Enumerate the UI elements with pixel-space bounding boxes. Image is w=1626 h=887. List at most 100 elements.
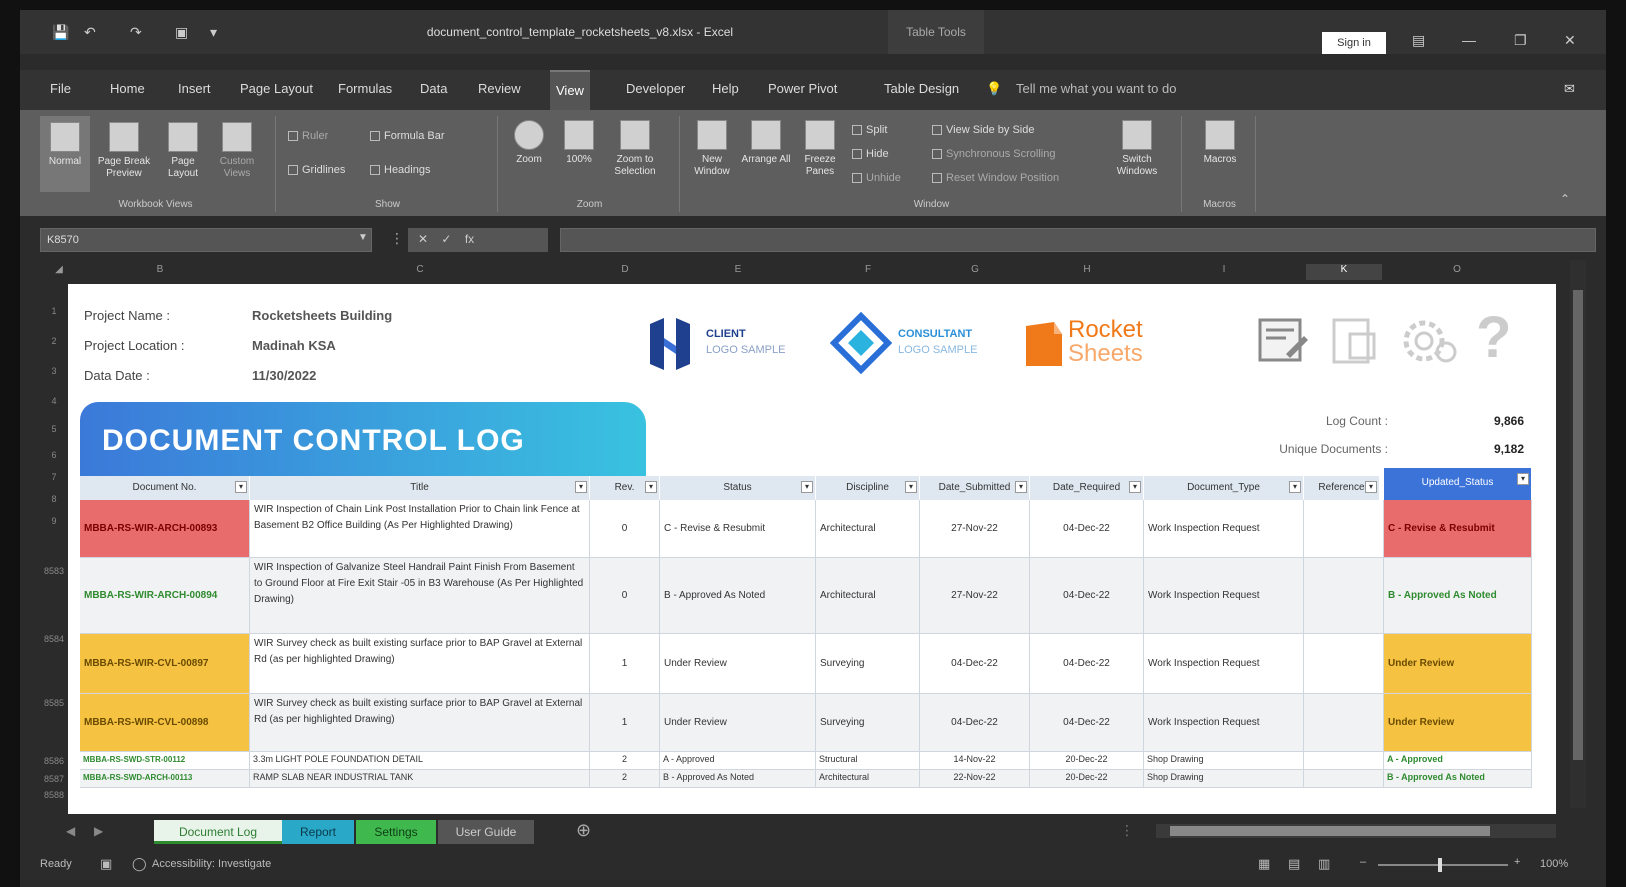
cell-document-no[interactable]: MBBA-RS-WIR-ARCH-00893 <box>80 500 250 558</box>
gridlines-checkbox[interactable]: Gridlines <box>288 164 345 176</box>
arrange-all-button[interactable]: Arrange All <box>740 120 792 166</box>
vertical-scroll-thumb[interactable] <box>1573 290 1583 760</box>
column-header-h[interactable]: H <box>1030 264 1144 280</box>
page-break-preview-button[interactable]: Page Break Preview <box>94 116 154 180</box>
row-header[interactable]: 8587 <box>40 774 68 784</box>
cell-document-no[interactable]: MBBA-RS-WIR-CVL-00897 <box>80 634 250 694</box>
header-reference[interactable]: Reference ▾ <box>1304 476 1380 500</box>
tab-power-pivot[interactable]: Power Pivot <box>762 70 843 110</box>
save-icon[interactable]: 💾 <box>52 24 69 41</box>
column-header-o[interactable]: O <box>1382 264 1532 280</box>
column-header-f[interactable]: F <box>816 264 920 280</box>
name-box[interactable]: K8570 <box>40 228 372 252</box>
split-button[interactable]: Split <box>852 124 887 136</box>
filter-dropdown-icon[interactable]: ▾ <box>1289 481 1301 493</box>
project-name-value[interactable]: Rocketsheets Building <box>252 308 392 323</box>
tab-view[interactable]: View <box>550 70 590 110</box>
tab-developer[interactable]: Developer <box>620 70 691 110</box>
customize-toolbar-icon[interactable]: ▾ <box>210 24 217 41</box>
sign-in-button[interactable]: Sign in <box>1322 32 1386 54</box>
cell-reference[interactable] <box>1304 770 1384 788</box>
macro-record-icon[interactable]: ▣ <box>100 856 112 872</box>
cell-status[interactable]: B - Approved As Noted <box>660 558 816 634</box>
filter-dropdown-icon[interactable]: ▾ <box>1365 481 1377 493</box>
zoom-100-button[interactable]: 100% <box>556 120 602 166</box>
cell-document-type[interactable]: Work Inspection Request <box>1144 694 1304 752</box>
ribbon-display-icon[interactable]: ▤ <box>1412 32 1425 49</box>
cell-document-no[interactable]: MBBA-RS-SWD-ARCH-00113 <box>80 770 250 788</box>
header-discipline[interactable]: Discipline ▾ <box>816 476 920 500</box>
add-sheet-icon[interactable]: ⊕ <box>576 820 591 841</box>
normal-view-button[interactable]: Normal <box>40 116 90 192</box>
tab-table-design[interactable]: Table Design <box>878 70 965 110</box>
custom-views-button[interactable]: Custom Views <box>212 116 262 180</box>
cell-document-type[interactable]: Work Inspection Request <box>1144 500 1304 558</box>
new-window-button[interactable]: New Window <box>686 120 738 178</box>
filter-dropdown-icon[interactable]: ▾ <box>1517 473 1529 485</box>
cell-date-required[interactable]: 20-Dec-22 <box>1030 770 1144 788</box>
cell-date-required[interactable]: 04-Dec-22 <box>1030 558 1144 634</box>
horizontal-scrollbar[interactable] <box>1156 824 1556 838</box>
page-layout-icon[interactable]: ▤ <box>1288 856 1300 872</box>
freeze-panes-button[interactable]: Freeze Panes <box>794 120 846 178</box>
undo-icon[interactable]: ↶ <box>84 24 96 41</box>
cell-updated-status[interactable]: B - Approved As Noted <box>1384 770 1532 788</box>
filter-dropdown-icon[interactable]: ▾ <box>645 481 657 493</box>
cell-rev[interactable]: 2 <box>590 752 660 770</box>
normal-view-icon[interactable]: ▦ <box>1258 856 1270 872</box>
tab-insert[interactable]: Insert <box>172 70 217 110</box>
row-header[interactable]: 7 <box>40 472 68 482</box>
cell-date-required[interactable]: 04-Dec-22 <box>1030 500 1144 558</box>
row-header[interactable]: 1 <box>40 306 68 316</box>
cell-status[interactable]: Under Review <box>660 694 816 752</box>
row-header[interactable]: 5 <box>40 424 68 434</box>
cell-date-submitted[interactable]: 04-Dec-22 <box>920 694 1030 752</box>
cell-discipline[interactable]: Architectural <box>816 770 920 788</box>
tab-page-layout[interactable]: Page Layout <box>234 70 319 110</box>
tab-help[interactable]: Help <box>706 70 745 110</box>
row-header[interactable]: 3 <box>40 366 68 376</box>
cell-discipline[interactable]: Architectural <box>816 558 920 634</box>
cell-date-submitted[interactable]: 14-Nov-22 <box>920 752 1030 770</box>
cancel-icon[interactable]: ✕ <box>418 232 428 246</box>
cell-status[interactable]: Under Review <box>660 634 816 694</box>
cell-discipline[interactable]: Surveying <box>816 694 920 752</box>
zoom-in-icon[interactable]: + <box>1514 856 1520 868</box>
header-date-required[interactable]: Date_Required ▾ <box>1030 476 1144 500</box>
filter-dropdown-icon[interactable]: ▾ <box>1015 481 1027 493</box>
tab-review[interactable]: Review <box>472 70 527 110</box>
ruler-checkbox[interactable]: Ruler <box>288 130 328 142</box>
cell-title[interactable]: 3.3m LIGHT POLE FOUNDATION DETAIL <box>250 752 590 770</box>
cell-status[interactable]: B - Approved As Noted <box>660 770 816 788</box>
cell-rev[interactable]: 0 <box>590 558 660 634</box>
tab-split-handle[interactable]: ⋮ <box>1120 822 1134 839</box>
zoom-button[interactable]: Zoom <box>506 120 552 166</box>
cell-document-no[interactable]: MBBA-RS-WIR-ARCH-00894 <box>80 558 250 634</box>
header-updated-status[interactable]: Updated_Status ▾ <box>1384 468 1532 500</box>
cell-status[interactable]: C - Revise & Resubmit <box>660 500 816 558</box>
header-rev[interactable]: Rev. ▾ <box>590 476 660 500</box>
page-break-icon[interactable]: ▥ <box>1318 856 1330 872</box>
formula-input[interactable] <box>560 228 1596 252</box>
header-document-type[interactable]: Document_Type ▾ <box>1144 476 1304 500</box>
cell-date-required[interactable]: 04-Dec-22 <box>1030 634 1144 694</box>
header-date-submitted[interactable]: Date_Submitted ▾ <box>920 476 1030 500</box>
settings-gear-icon[interactable] <box>1400 314 1460 368</box>
column-header-c[interactable]: C <box>250 264 590 280</box>
collapse-ribbon-icon[interactable]: ⌃ <box>1560 192 1570 206</box>
cell-updated-status[interactable]: Under Review <box>1384 694 1532 752</box>
cell-title[interactable]: RAMP SLAB NEAR INDUSTRIAL TANK <box>250 770 590 788</box>
unhide-button[interactable]: Unhide <box>852 172 901 184</box>
cell-discipline[interactable]: Surveying <box>816 634 920 694</box>
cell-updated-status[interactable]: B - Approved As Noted <box>1384 558 1532 634</box>
row-header[interactable]: 9 <box>40 516 68 526</box>
cell-rev[interactable]: 1 <box>590 634 660 694</box>
cell-reference[interactable] <box>1304 500 1384 558</box>
log-form-icon[interactable] <box>1256 314 1310 368</box>
camera-icon[interactable]: ▣ <box>175 24 188 41</box>
column-header-g[interactable]: G <box>920 264 1030 280</box>
cell-rev[interactable]: 2 <box>590 770 660 788</box>
cell-date-submitted[interactable]: 27-Nov-22 <box>920 500 1030 558</box>
close-icon[interactable]: ✕ <box>1564 32 1576 49</box>
filter-dropdown-icon[interactable]: ▾ <box>801 481 813 493</box>
